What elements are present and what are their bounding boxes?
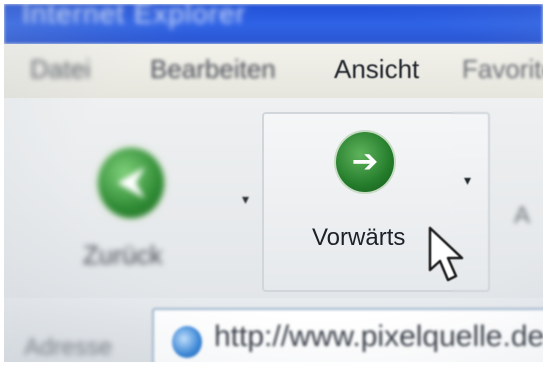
- menu-item-datei[interactable]: Datei: [30, 54, 91, 85]
- title-bar: Internet Explorer: [4, 4, 543, 44]
- menu-item-ansicht[interactable]: Ansicht: [334, 54, 419, 85]
- menu-item-bearbeiten[interactable]: Bearbeiten: [150, 54, 276, 85]
- screen-photo: Internet Explorer Datei Bearbeiten Ansic…: [4, 4, 543, 362]
- chevron-down-icon: ▾: [464, 172, 472, 188]
- forward-button-label: Vorwärts: [312, 224, 406, 251]
- arrow-right-icon: ➔: [336, 132, 394, 192]
- mouse-pointer-icon: [428, 226, 464, 282]
- window-title: Internet Explorer: [22, 4, 246, 29]
- menu-bar: Datei Bearbeiten Ansicht Favoriten: [4, 44, 543, 98]
- next-toolbar-button-label[interactable]: A: [514, 202, 530, 230]
- address-label: Adresse: [24, 334, 113, 361]
- ie-page-icon: [172, 326, 202, 358]
- address-value: http://www.pixelquelle.de/: [214, 320, 543, 353]
- back-dropdown-arrow[interactable]: ▾: [242, 191, 249, 208]
- address-input[interactable]: http://www.pixelquelle.de/: [152, 308, 543, 362]
- back-button[interactable]: ⮜ Zurück: [78, 148, 198, 298]
- address-bar-row: Adresse http://www.pixelquelle.de/: [4, 298, 543, 362]
- photo-frame: Internet Explorer Datei Bearbeiten Ansic…: [0, 0, 547, 367]
- arrow-left-icon: ⮜: [98, 148, 164, 218]
- menu-item-favoriten[interactable]: Favoriten: [462, 54, 543, 85]
- back-button-label: Zurück: [83, 240, 163, 270]
